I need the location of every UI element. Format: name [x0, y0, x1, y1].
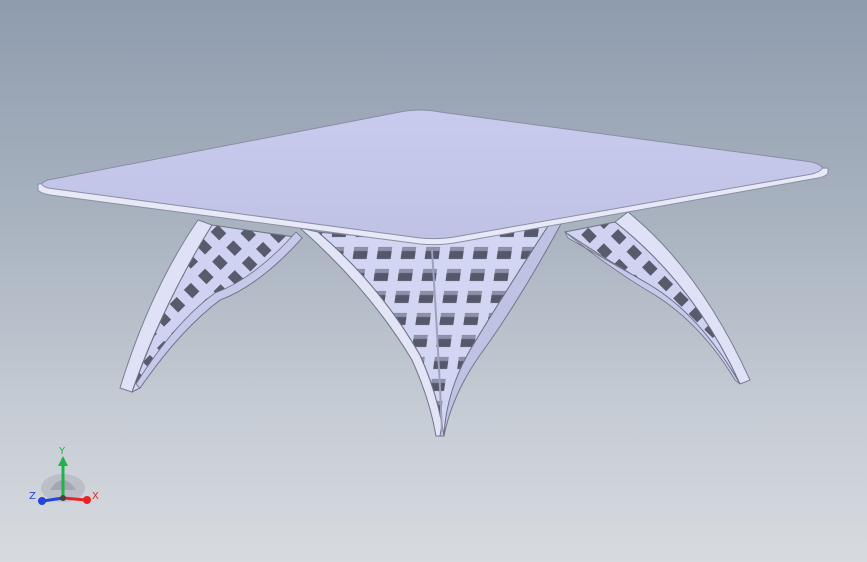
z-axis-label: Z — [29, 491, 36, 502]
leg-left[interactable] — [119, 219, 303, 394]
leg-right[interactable] — [563, 211, 751, 385]
table-model[interactable] — [0, 0, 867, 562]
leg-front[interactable] — [298, 221, 564, 437]
x-axis-label: X — [92, 491, 99, 502]
graphics-viewport[interactable]: Y X Z — [0, 0, 867, 562]
axis-triad: Y X Z — [29, 446, 99, 505]
triad-origin — [60, 495, 66, 501]
table-top[interactable] — [37, 109, 829, 246]
y-axis-label: Y — [58, 446, 66, 457]
